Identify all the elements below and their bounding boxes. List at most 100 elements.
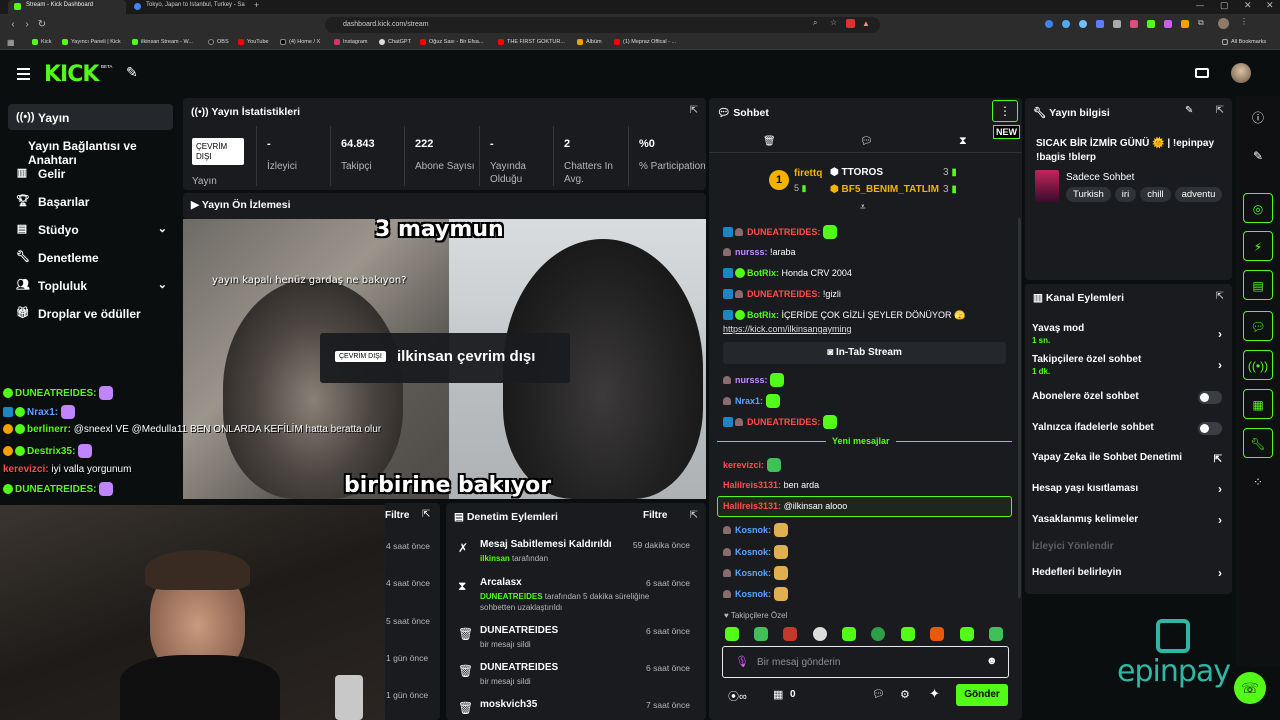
sidebar-item-droplar[interactable]: 🎁︎ Droplar ve ödüller [8, 300, 173, 326]
emote-button[interactable] [930, 627, 944, 641]
emote-button[interactable] [842, 627, 856, 641]
bookmark-item[interactable]: Oğuz Sası - Bir Efsa... [420, 39, 483, 45]
chat-menu-button[interactable]: ⋮ [992, 100, 1018, 122]
expand-icon[interactable]: ⇱ [1216, 291, 1224, 302]
sidebar-item-gelir[interactable]: ▥ Gelir [8, 160, 173, 186]
chat-message[interactable]: DUNEATREIDES: !gizli [723, 289, 841, 299]
hamburger-menu-icon[interactable] [17, 65, 30, 83]
extension-icon[interactable] [1164, 20, 1172, 28]
extension-icon[interactable] [1079, 20, 1087, 28]
expand-icon[interactable]: ⇱ [690, 510, 698, 521]
search-icon[interactable]: ⌕ [813, 18, 817, 28]
emoji-icon[interactable]: ☻ [986, 655, 998, 667]
document-icon[interactable]: ▤ [1243, 270, 1273, 300]
sidebar-item-topluluk[interactable]: 👥︎ Topluluk ⌄ [8, 272, 173, 298]
gifter-row[interactable]: ⬢ BF5_BENIM_TATLIM [830, 184, 939, 195]
bookmark-item[interactable]: ChatGPT [379, 39, 411, 45]
chat-message[interactable]: Kosnok: [723, 566, 788, 580]
users-icon[interactable]: ⁘ [1243, 467, 1273, 497]
extension-icon[interactable] [846, 19, 855, 28]
bookmark-item[interactable]: ilkinsan Stream - W... [132, 39, 193, 45]
filter-button[interactable]: Filtre [385, 510, 409, 521]
close-window-button[interactable]: ✕ [1244, 0, 1252, 11]
chat-message[interactable]: BotRix: İÇERİDE ÇOK GİZLİ ŞEYLER DÖNÜYOR… [723, 310, 965, 321]
extension-icon[interactable] [1130, 20, 1138, 28]
info-icon[interactable]: ⓘ [1243, 103, 1273, 133]
emote-button[interactable] [725, 627, 739, 641]
emote-button[interactable] [754, 627, 768, 641]
support-chat-button[interactable]: ☏ [1234, 672, 1266, 704]
action-emote-only[interactable]: Yalnızca ifadelerle sohbet [1032, 422, 1224, 438]
tab-google-flights[interactable]: Tokyo, Japan to Istanbul, Turkey - Sa [128, 0, 248, 14]
extension-icon[interactable] [1181, 20, 1189, 28]
chat-message[interactable]: Halilreis3131: @ilkinsan alooo [723, 501, 847, 511]
profile-avatar[interactable] [1218, 18, 1229, 29]
bookmark-item[interactable]: Yayıncı Paneli | Kick [62, 39, 121, 45]
chat-message[interactable]: Kosnok: [723, 587, 788, 601]
bookmark-item[interactable]: (1) Mepraz Offical - ... [614, 39, 676, 45]
moderation-item[interactable]: 🗑︎ moskvich35 7 saat önce [456, 699, 696, 719]
tag[interactable]: adventu [1174, 187, 1223, 202]
chat-link[interactable]: https://kick.com/ilkinsangayming [723, 324, 852, 334]
tag[interactable]: iri [1114, 187, 1137, 202]
menu-icon[interactable]: ⋮ [1240, 17, 1248, 26]
close-icon[interactable]: ✕ [1266, 0, 1274, 11]
microphone-icon[interactable]: 🎙︎ [735, 655, 749, 668]
emote-button[interactable] [783, 627, 797, 641]
send-button[interactable]: Gönder [956, 684, 1008, 706]
lightning-icon[interactable]: ⚡︎ [1243, 231, 1273, 261]
hourglass-icon[interactable]: ⧗ [959, 135, 967, 148]
chat-message[interactable]: DUNEATREIDES: [723, 225, 837, 239]
minimize-button[interactable]: — [1196, 1, 1204, 10]
camera-icon[interactable]: ◎ [1243, 193, 1273, 223]
chat-message[interactable]: kerevizci: [723, 458, 781, 472]
chat-message[interactable]: nursss: [723, 373, 785, 387]
chat-message[interactable]: Kosnok: [723, 545, 788, 559]
puzzle-icon[interactable]: ✦ [929, 686, 940, 702]
edit-pencil-icon[interactable]: ✎ [1185, 105, 1193, 116]
emote-button[interactable] [871, 627, 885, 641]
emote-button[interactable] [813, 627, 827, 641]
expand-icon[interactable]: ⇱ [422, 509, 430, 520]
sidebar-item-stream-key[interactable]: Yayın Bağlantısı ve Anahtarı [8, 132, 173, 167]
action-banned-words[interactable]: Yasaklanmış kelimeler › [1032, 513, 1224, 530]
chat-scrollbar[interactable] [1018, 218, 1021, 598]
tag[interactable]: chill [1140, 187, 1171, 202]
action-ai-moderation[interactable]: Yapay Zeka ile Sohbet Denetimi ⇱ [1032, 452, 1224, 468]
bookmark-item[interactable]: Albüm [577, 39, 602, 45]
extension-icon[interactable] [1096, 20, 1104, 28]
emote-button[interactable] [960, 627, 974, 641]
action-account-age[interactable]: Hesap yaşı kısıtlaması › [1032, 482, 1224, 499]
all-bookmarks[interactable]: All Bookmarks [1222, 39, 1266, 45]
action-subscribers-only[interactable]: Abonelere özel sohbet [1032, 391, 1224, 407]
puzzle-icon[interactable]: ⧉ [1198, 18, 1204, 28]
users-icon[interactable]: ⦿∞ [728, 688, 747, 704]
extension-icon[interactable] [1113, 20, 1121, 28]
layers-icon[interactable]: ▦ [1243, 389, 1273, 419]
extension-icon[interactable] [1062, 20, 1070, 28]
sidebar-item-basarilar[interactable]: 🏆︎ Başarılar [8, 188, 173, 214]
moderation-item[interactable]: 🗑︎ DUNEATREIDES bir mesajı sildi 6 saat … [456, 662, 696, 698]
bookmark-item[interactable]: OBS [208, 39, 229, 45]
top-gifter-name[interactable]: firettq [794, 168, 822, 179]
bookmark-item[interactable]: (4) Home / X [280, 39, 320, 45]
chat-bubble-icon[interactable]: 💬︎ [872, 689, 885, 700]
extension-icon[interactable] [1045, 20, 1053, 28]
sidebar-item-denetleme[interactable]: 🔧︎ Denetleme [8, 244, 173, 270]
gear-icon[interactable]: ⚙ [900, 688, 910, 701]
url-input[interactable]: dashboard.kick.com/stream [325, 17, 880, 33]
expand-icon[interactable]: ⇱ [690, 105, 698, 116]
in-tab-stream-button[interactable]: ◙ In-Tab Stream [723, 342, 1006, 364]
expand-icon[interactable]: ⇱ [1216, 105, 1224, 116]
maximize-button[interactable]: ▢ [1220, 0, 1229, 11]
broadcast-icon[interactable]: ((•)) [1243, 350, 1273, 380]
tab-kick-dashboard[interactable]: Stream - Kick Dashboard [8, 0, 126, 14]
kick-logo[interactable]: KICK [44, 62, 99, 87]
subscribers-only-toggle[interactable] [1198, 391, 1222, 404]
trash-icon[interactable]: 🗑︎ [763, 136, 776, 147]
stream-preview[interactable]: 3 maymun yayın kapalı henüz gardaş ne ba… [183, 219, 706, 499]
tag[interactable]: Turkish [1066, 187, 1111, 202]
bookmark-item[interactable]: THE FIRST GOKTUR... [498, 39, 565, 45]
sidebar-item-yayin[interactable]: ((•)) Yayın [8, 104, 173, 130]
category-name[interactable]: Sadece Sohbet [1066, 172, 1134, 183]
